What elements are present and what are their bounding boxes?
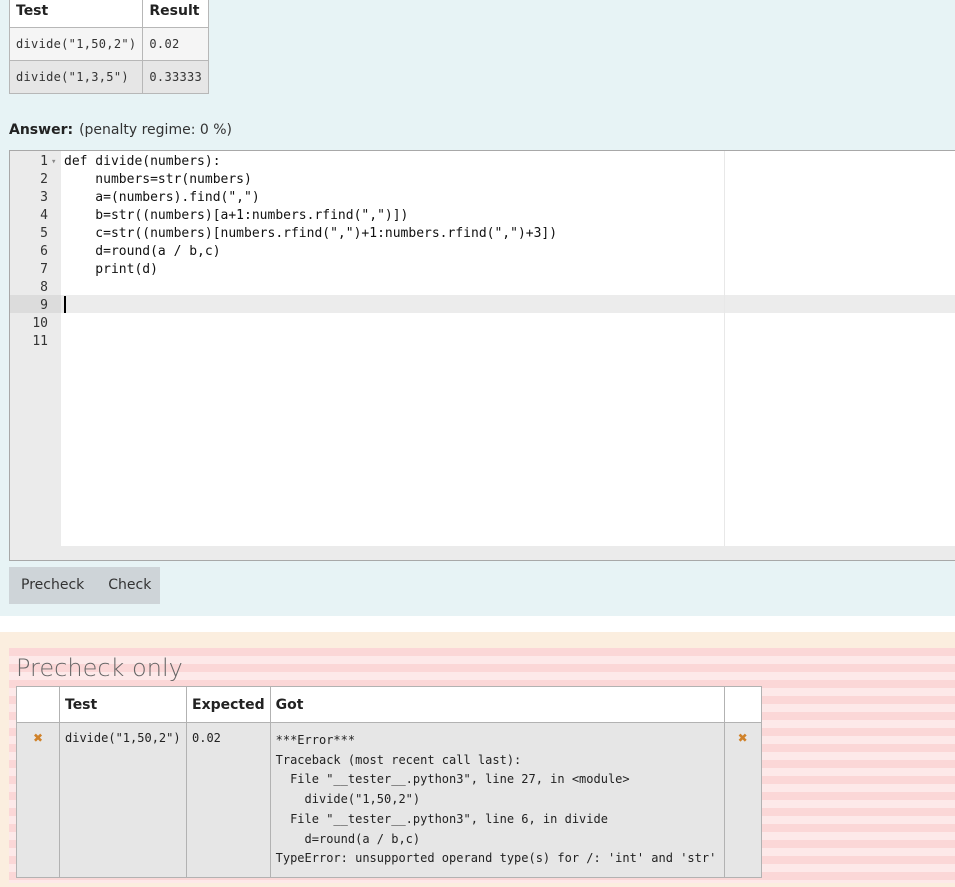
got-line: TypeError: unsupported operand type(s) f…	[275, 851, 717, 866]
code-line: numbers=str(numbers)	[64, 172, 252, 187]
code-line: d=round(a / b,c)	[64, 244, 221, 259]
answer-label: Answer: (penalty regime: 0 %)	[9, 122, 232, 138]
line-number: 1	[40, 154, 48, 169]
editor-resize-area[interactable]	[10, 546, 955, 560]
line-number: 3	[40, 190, 48, 205]
table-row: ✖ divide("1,50,2") 0.02 ***Error*** Trac…	[16, 722, 762, 878]
examples-header-test: Test	[8, 0, 144, 28]
example-result-cell: 0.33333	[142, 60, 210, 94]
result-panel: Precheck only Test Expected Got ✖ divide…	[0, 632, 955, 887]
text-cursor	[64, 296, 66, 313]
code-line: print(d)	[64, 262, 158, 277]
example-result-cell: 0.02	[142, 27, 210, 61]
button-bar: Precheck Check	[9, 567, 160, 604]
fold-arrow-icon[interactable]: ▾	[51, 153, 56, 171]
code-line: b=str((numbers)[a+1:numbers.rfind(",")])	[64, 208, 409, 223]
table-row: divide("1,3,5") 0.33333	[8, 60, 210, 94]
examples-header-result: Result	[142, 0, 210, 28]
result-header-test: Test	[59, 686, 187, 723]
result-header-status	[16, 686, 60, 723]
line-number: 9	[40, 298, 48, 313]
line-number: 4	[40, 208, 48, 223]
result-table: Test Expected Got ✖ divide("1,50,2") 0.0…	[16, 686, 762, 878]
code-line: c=str((numbers)[numbers.rfind(",")+1:num…	[64, 226, 558, 241]
table-row: divide("1,50,2") 0.02	[8, 27, 210, 61]
line-number: 8	[40, 280, 48, 295]
result-header-got: Got	[269, 686, 725, 723]
result-got-cell: ***Error*** Traceback (most recent call …	[269, 722, 725, 878]
example-test-cell: divide("1,50,2")	[8, 27, 144, 61]
result-header-mark	[723, 686, 762, 723]
precheck-button[interactable]: Precheck	[9, 567, 96, 604]
line-number: 7	[40, 262, 48, 277]
result-header-expected: Expected	[186, 686, 271, 723]
active-line-highlight	[10, 295, 955, 313]
line-number: 5	[40, 226, 48, 241]
line-number: 2	[40, 172, 48, 187]
question-panel: Test Result divide("1,50,2") 0.02 divide…	[0, 0, 955, 616]
result-title: Precheck only	[16, 654, 183, 682]
examples-table: Test Result divide("1,50,2") 0.02 divide…	[8, 0, 210, 94]
cross-icon: ✖	[16, 722, 60, 878]
got-line: File "__tester__.python3", line 6, in di…	[275, 811, 608, 826]
penalty-regime: (penalty regime: 0 %)	[79, 122, 232, 138]
answer-title: Answer:	[9, 122, 74, 138]
example-test-cell: divide("1,3,5")	[8, 60, 144, 94]
check-button[interactable]: Check	[96, 567, 163, 604]
got-line: ***Error***	[275, 733, 356, 747]
print-margin	[724, 151, 725, 546]
cross-icon: ✖	[723, 722, 762, 878]
got-line: Traceback (most recent call last):	[275, 752, 522, 767]
line-number: 6	[40, 244, 48, 259]
line-number: 10	[32, 316, 48, 331]
code-line: def divide(numbers):	[64, 154, 221, 169]
got-line: File "__tester__.python3", line 27, in <…	[275, 772, 630, 787]
result-expected-cell: 0.02	[186, 722, 271, 878]
result-test-cell: divide("1,50,2")	[59, 722, 187, 878]
got-line: d=round(a / b,c)	[275, 831, 421, 846]
got-line: divide("1,50,2")	[275, 792, 421, 807]
line-number: 11	[32, 334, 48, 349]
code-line: a=(numbers).find(",")	[64, 190, 260, 205]
code-editor[interactable]: 1 ▾ 2 3 4 5 6 7 8 9 10 11 def divide(num…	[9, 150, 955, 561]
